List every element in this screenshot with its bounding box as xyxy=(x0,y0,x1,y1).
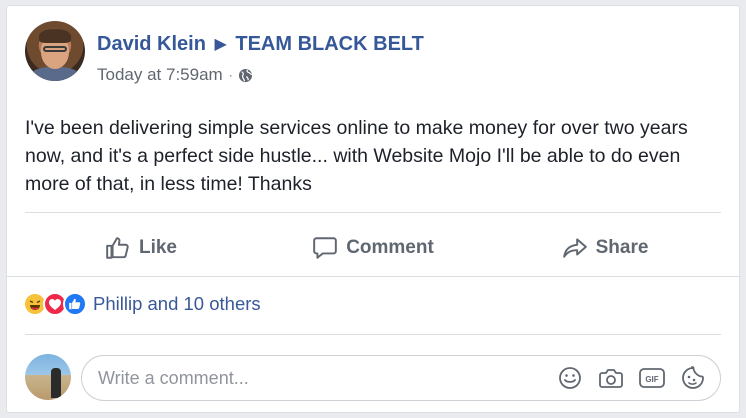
thumbs-up-icon xyxy=(106,237,129,259)
reactions-count[interactable]: Phillip and 10 others xyxy=(93,293,261,315)
emoji-icon[interactable] xyxy=(557,365,583,391)
comment-placeholder: Write a comment... xyxy=(98,367,249,388)
post-meta: Today at 7:59am · xyxy=(97,65,253,85)
comment-input[interactable]: Write a comment... GIF xyxy=(81,355,721,401)
post-actions: Like Comment Share xyxy=(25,219,721,277)
post-header: David Klein ▶ TEAM BLACK BELT Today at 7… xyxy=(25,21,721,85)
like-button[interactable]: Like xyxy=(25,219,257,277)
divider xyxy=(25,334,721,335)
reactions-summary[interactable]: Phillip and 10 others xyxy=(23,290,261,318)
like-icon xyxy=(63,292,87,316)
post-title-line: David Klein ▶ TEAM BLACK BELT xyxy=(97,33,424,56)
share-arrow-icon xyxy=(562,238,587,258)
divider xyxy=(25,212,721,213)
comment-tools: GIF xyxy=(542,365,706,391)
share-label: Share xyxy=(595,237,649,258)
share-button[interactable]: Share xyxy=(489,219,721,277)
svg-text:GIF: GIF xyxy=(645,375,658,384)
separator-dot: · xyxy=(228,68,233,82)
post-body: I've been delivering simple services onl… xyxy=(25,117,688,195)
group-name[interactable]: TEAM BLACK BELT xyxy=(235,33,424,55)
arrow-right-icon: ▶ xyxy=(214,36,227,53)
divider xyxy=(7,276,739,277)
comment-composer: Write a comment... GIF xyxy=(25,351,721,403)
sticker-icon[interactable] xyxy=(680,365,706,391)
globe-icon[interactable] xyxy=(238,68,253,83)
post-card: David Klein ▶ TEAM BLACK BELT Today at 7… xyxy=(6,5,740,413)
camera-icon[interactable] xyxy=(598,365,624,391)
like-label: Like xyxy=(138,237,178,258)
author-name[interactable]: David Klein xyxy=(97,33,206,55)
gif-icon[interactable]: GIF xyxy=(639,365,665,391)
comment-button[interactable]: Comment xyxy=(257,219,489,277)
speech-bubble-icon xyxy=(313,237,337,259)
viewer-avatar[interactable] xyxy=(25,354,71,400)
comment-label: Comment xyxy=(346,237,434,258)
post-timestamp[interactable]: Today at 7:59am xyxy=(97,65,223,85)
author-avatar[interactable] xyxy=(25,21,85,81)
